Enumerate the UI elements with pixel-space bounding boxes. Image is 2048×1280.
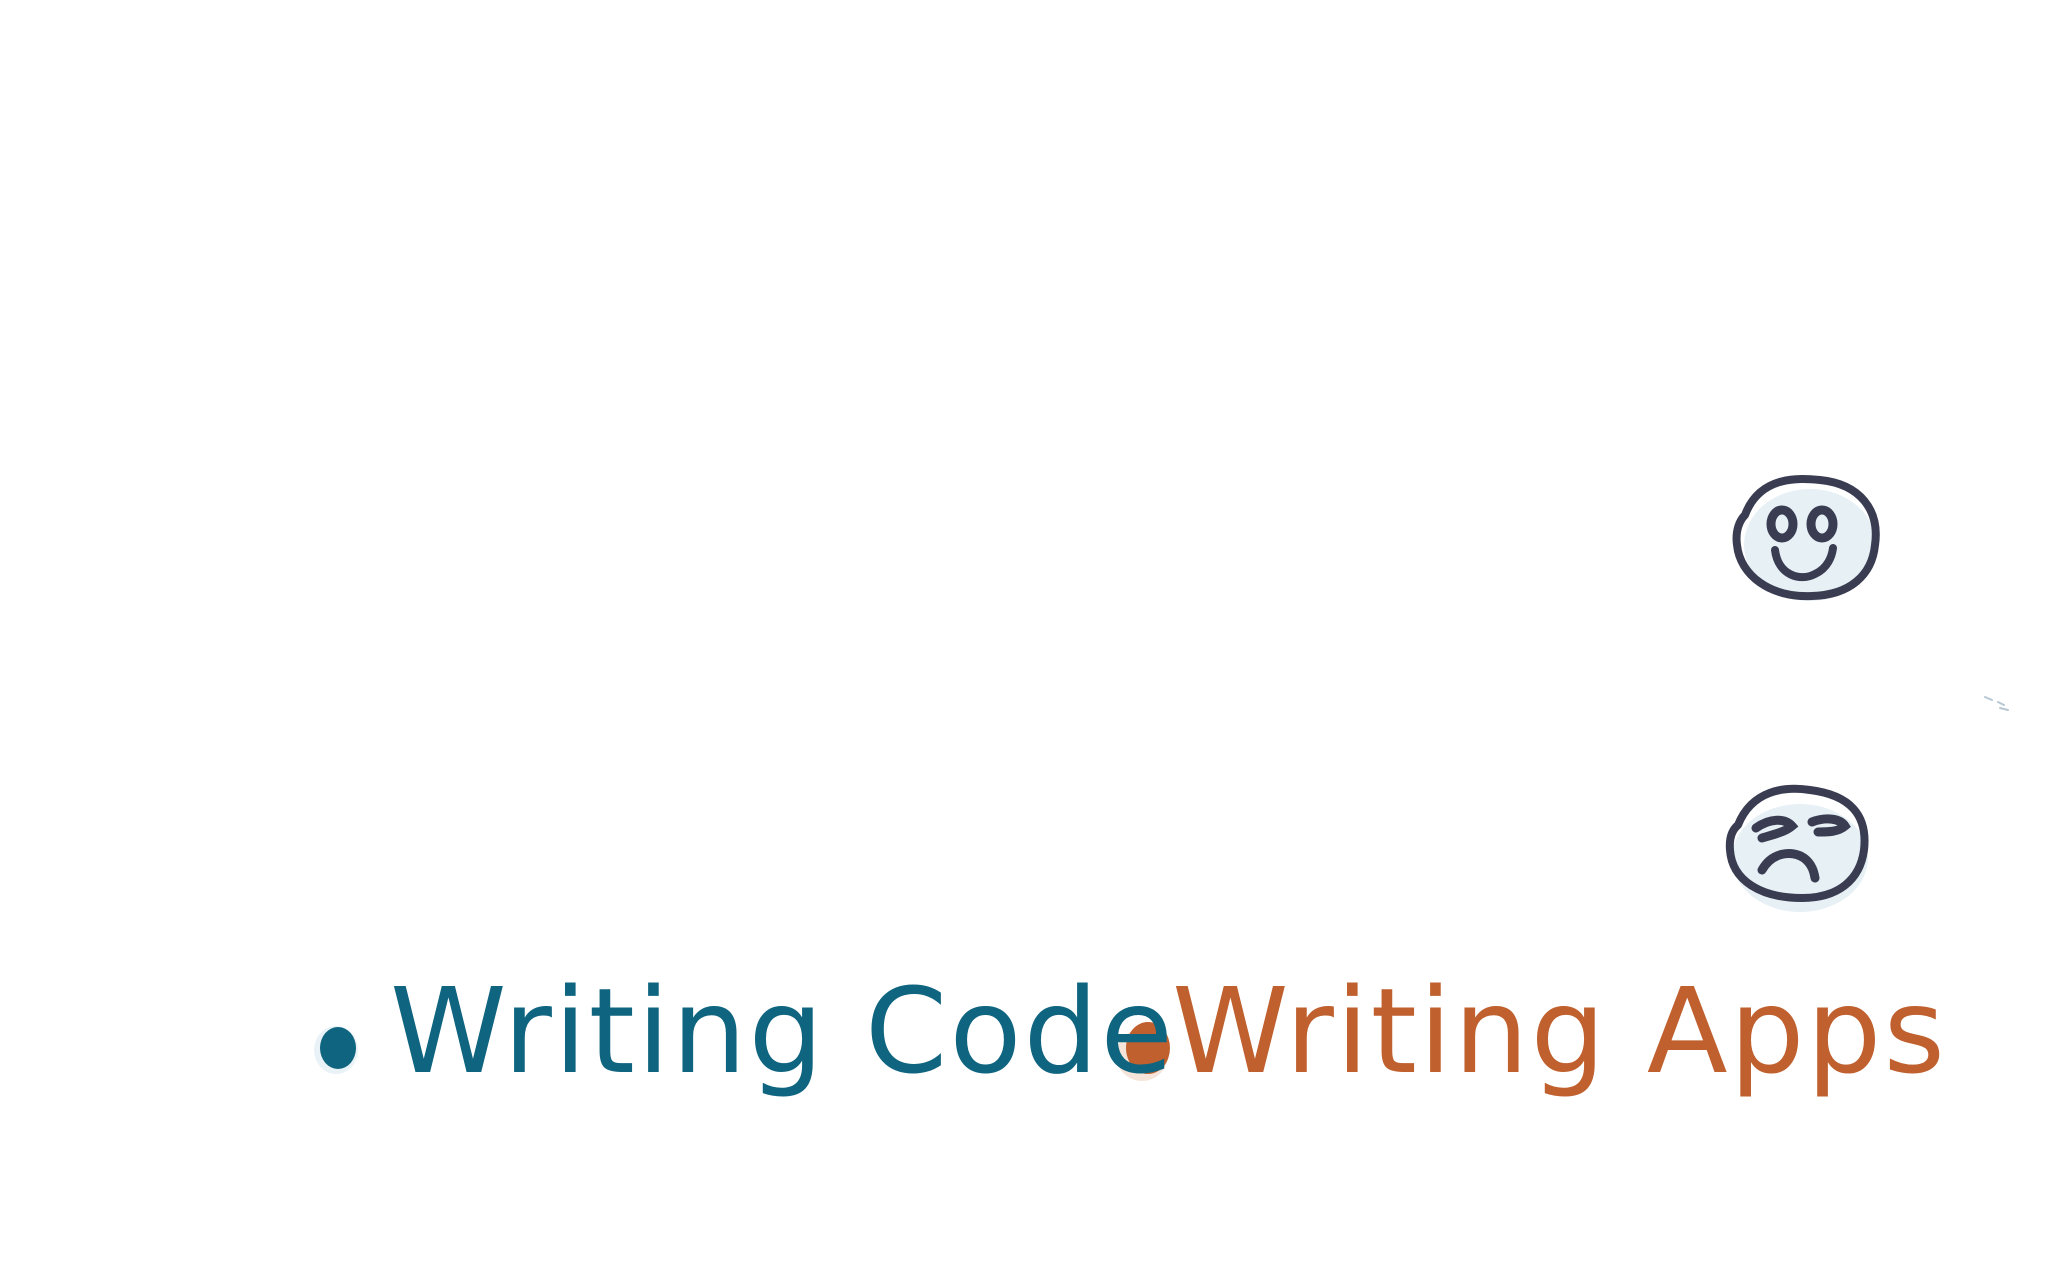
frowning-face-icon [1725, 784, 1869, 912]
whiteboard-canvas: Writing Code Writing Apps [0, 0, 2048, 1280]
stray-mark [1984, 696, 2009, 711]
code-bullet-icon [314, 1026, 358, 1074]
legend-label-code: Writing Code [390, 962, 1176, 1100]
legend-label-apps: Writing Apps [1172, 962, 1947, 1100]
smiley-face-icon [1732, 475, 1880, 601]
